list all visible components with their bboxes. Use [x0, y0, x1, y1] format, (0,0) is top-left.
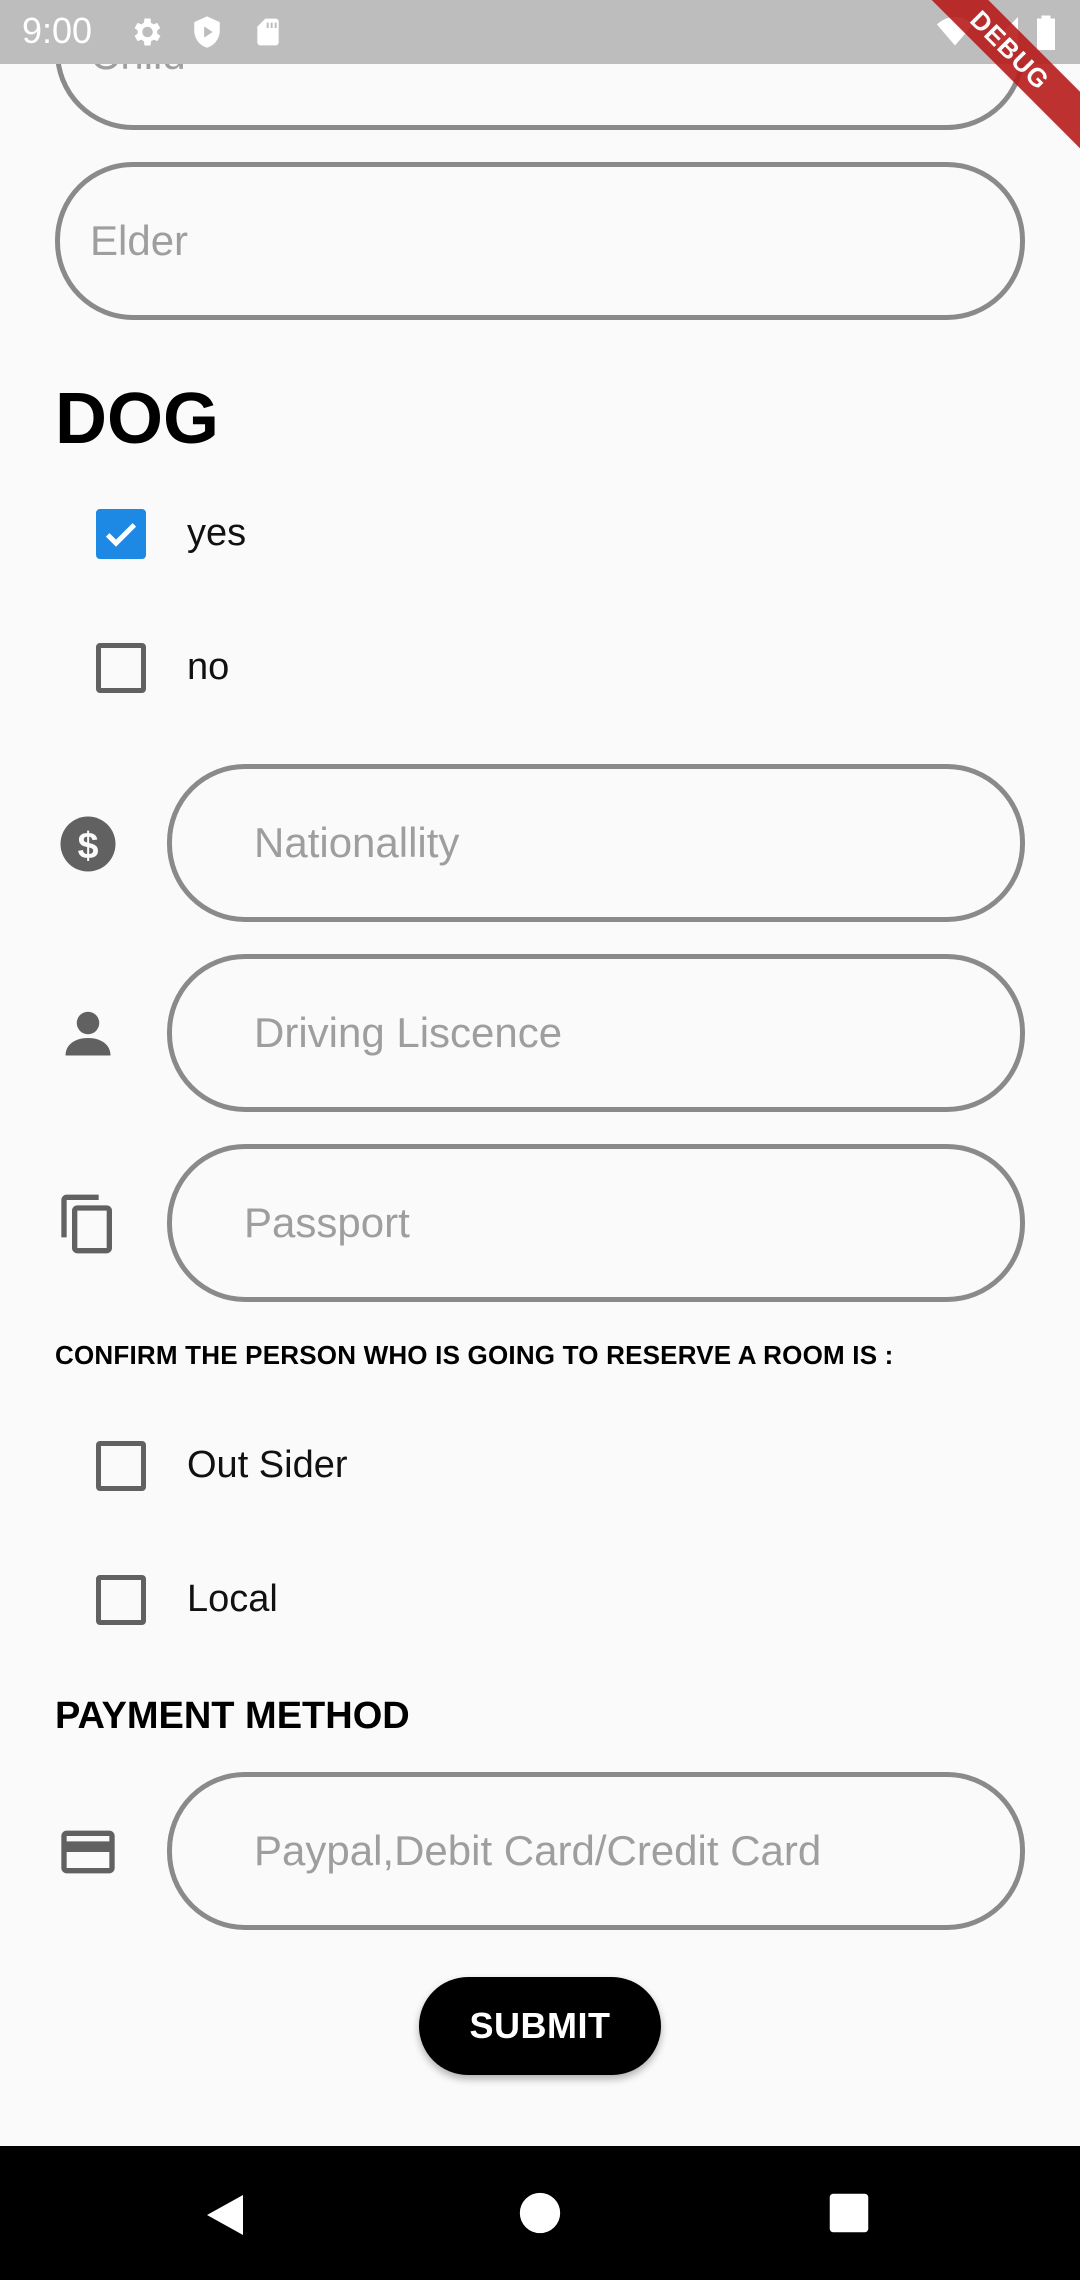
- dog-no-checkbox[interactable]: [96, 643, 146, 693]
- confirm-person-label: CONFIRM THE PERSON WHO IS GOING TO RESER…: [55, 1340, 894, 1370]
- passport-placeholder: Passport: [244, 1199, 410, 1246]
- nationality-field[interactable]: Nationallity: [167, 764, 1025, 922]
- battery-icon: [1037, 15, 1055, 50]
- elder-field[interactable]: Elder: [55, 162, 1025, 320]
- payment-placeholder: Paypal,Debit Card/Credit Card: [254, 1827, 822, 1874]
- sd-card-icon: [257, 18, 279, 46]
- payment-method-heading: PAYMENT METHOD: [55, 1695, 410, 1737]
- driving-licence-field[interactable]: Driving Liscence: [167, 954, 1025, 1112]
- settings-icon: [134, 18, 161, 46]
- status-bar: 9:00: [0, 0, 1080, 64]
- outsider-label: Out Sider: [187, 1444, 348, 1486]
- person-icon: [65, 1011, 111, 1056]
- check-icon: [105, 523, 137, 547]
- local-checkbox[interactable]: [96, 1575, 146, 1625]
- shield-play-icon: [194, 16, 220, 48]
- nationality-placeholder: Nationallity: [254, 819, 460, 866]
- dog-yes-checkbox[interactable]: [96, 509, 146, 559]
- passport-field[interactable]: Passport: [167, 1144, 1025, 1302]
- back-icon[interactable]: [203, 2191, 247, 2239]
- home-icon[interactable]: [518, 2191, 562, 2235]
- submit-button[interactable]: SUBMIT: [419, 1977, 661, 2075]
- credit-card-icon: [61, 1830, 115, 1874]
- status-time: 9:00: [22, 10, 93, 51]
- outsider-checkbox[interactable]: [96, 1441, 146, 1491]
- payment-field[interactable]: Paypal,Debit Card/Credit Card: [167, 1772, 1025, 1930]
- dog-yes-label: yes: [187, 512, 247, 554]
- driving-licence-placeholder: Driving Liscence: [254, 1009, 563, 1056]
- dog-no-label: no: [187, 646, 230, 688]
- navigation-bar: [0, 2146, 1080, 2280]
- copy-icon: [61, 1194, 112, 1254]
- recents-icon[interactable]: [828, 2192, 870, 2234]
- elder-placeholder: Elder: [90, 217, 189, 264]
- local-label: Local: [187, 1578, 278, 1620]
- dollar-icon: $: [60, 816, 116, 872]
- dog-heading: DOG: [55, 379, 220, 459]
- svg-text:$: $: [78, 824, 99, 866]
